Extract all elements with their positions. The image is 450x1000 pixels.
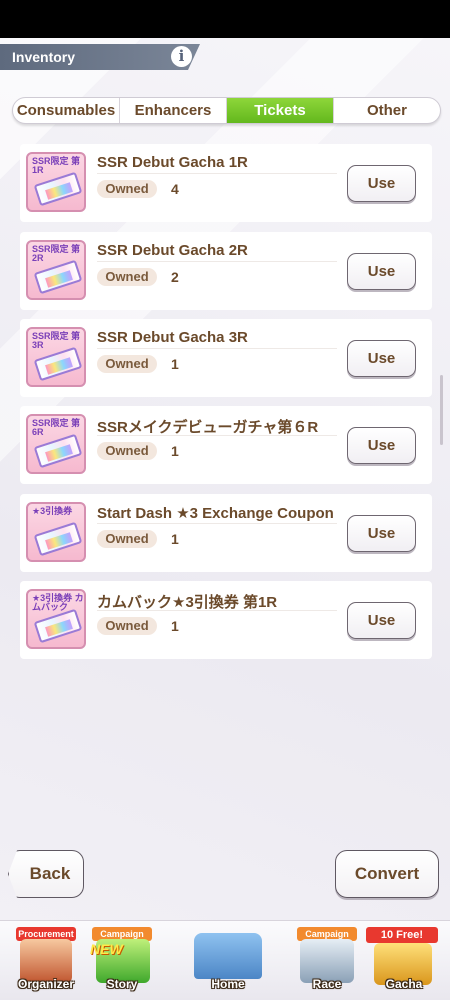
- use-button[interactable]: Use: [347, 165, 416, 202]
- ticket-icon: SSR限定 第3R: [26, 327, 86, 387]
- new-badge: NEW: [90, 941, 123, 957]
- ticket-icon-label: SSR限定 第3R: [32, 331, 81, 350]
- owned-count: 1: [171, 356, 179, 372]
- nav-tag: 10 Free!: [366, 927, 438, 943]
- list-item: SSR限定 第2R SSR Debut Gacha 2R Owned 2 Use: [20, 232, 432, 310]
- info-icon[interactable]: i: [171, 46, 192, 67]
- nav-label: Home: [211, 977, 245, 991]
- page-title: Inventory: [12, 49, 76, 65]
- ticket-icon: ★3引換券 カムバック: [26, 589, 86, 649]
- scrollbar[interactable]: [440, 375, 443, 445]
- back-button[interactable]: Back: [8, 850, 84, 898]
- owned-label: Owned: [97, 442, 157, 460]
- nav-story[interactable]: Campaign NEW Story: [88, 921, 156, 1000]
- item-name: SSR Debut Gacha 1R: [97, 154, 248, 171]
- tab-tickets[interactable]: Tickets: [227, 98, 334, 123]
- bottom-nav: Procurement Organizer Campaign NEW Story…: [0, 920, 450, 1000]
- inventory-tabs: Consumables Enhancers Tickets Other: [12, 97, 441, 124]
- owned-label: Owned: [97, 180, 157, 198]
- ticket-icon-label: ★3引換券: [32, 506, 73, 516]
- ticket-icon-label: SSR限定 第6R: [32, 418, 81, 437]
- use-button[interactable]: Use: [347, 253, 416, 290]
- item-name: カムバック★3引換券 第1R: [97, 594, 278, 611]
- ticket-icon: ★3引換券: [26, 502, 86, 562]
- item-name: SSRメイクデビューガチャ第６R: [97, 419, 319, 436]
- convert-button[interactable]: Convert: [335, 850, 439, 898]
- tab-other[interactable]: Other: [334, 98, 440, 123]
- use-button[interactable]: Use: [347, 515, 416, 552]
- nav-gacha[interactable]: 10 Free! Gacha: [366, 921, 442, 1000]
- list-item: SSR限定 第3R SSR Debut Gacha 3R Owned 1 Use: [20, 319, 432, 397]
- owned-count: 4: [171, 181, 179, 197]
- item-name: SSR Debut Gacha 3R: [97, 329, 248, 346]
- tab-consumables[interactable]: Consumables: [13, 98, 120, 123]
- nav-race[interactable]: Campaign Race: [292, 921, 362, 1000]
- use-button[interactable]: Use: [347, 427, 416, 464]
- nav-label: Story: [106, 977, 138, 991]
- nav-label: Race: [312, 977, 342, 991]
- list-item: SSR限定 第1R SSR Debut Gacha 1R Owned 4 Use: [20, 144, 432, 222]
- home-icon: [194, 933, 262, 979]
- owned-label: Owned: [97, 355, 157, 373]
- list-item: SSR限定 第6R SSRメイクデビューガチャ第６R Owned 1 Use: [20, 406, 432, 484]
- ticket-icon-label: SSR限定 第2R: [32, 244, 81, 263]
- inventory-header: Inventory i: [0, 44, 200, 70]
- tab-enhancers[interactable]: Enhancers: [120, 98, 227, 123]
- list-item: ★3引換券 Start Dash ★3 Exchange Coupon Owne…: [20, 494, 432, 572]
- nav-label: Organizer: [17, 977, 74, 991]
- status-bar: [0, 0, 450, 38]
- ticket-icon: SSR限定 第2R: [26, 240, 86, 300]
- nav-label: Gacha: [385, 977, 423, 991]
- use-button[interactable]: Use: [347, 602, 416, 639]
- ticket-icon: SSR限定 第6R: [26, 414, 86, 474]
- list-item: ★3引換券 カムバック カムバック★3引換券 第1R Owned 1 Use: [20, 581, 432, 659]
- owned-label: Owned: [97, 617, 157, 635]
- owned-count: 1: [171, 443, 179, 459]
- owned-count: 2: [171, 269, 179, 285]
- owned-label: Owned: [97, 268, 157, 286]
- item-name: Start Dash ★3 Exchange Coupon: [97, 505, 334, 522]
- owned-label: Owned: [97, 530, 157, 548]
- use-button[interactable]: Use: [347, 340, 416, 377]
- ticket-icon: SSR限定 第1R: [26, 152, 86, 212]
- ticket-icon-label: SSR限定 第1R: [32, 156, 81, 175]
- owned-count: 1: [171, 531, 179, 547]
- nav-organizer[interactable]: Procurement Organizer: [12, 921, 80, 1000]
- ticket-icon-label: ★3引換券 カムバック: [32, 593, 84, 612]
- item-name: SSR Debut Gacha 2R: [97, 242, 248, 259]
- nav-home[interactable]: Home: [176, 921, 280, 1000]
- owned-count: 1: [171, 618, 179, 634]
